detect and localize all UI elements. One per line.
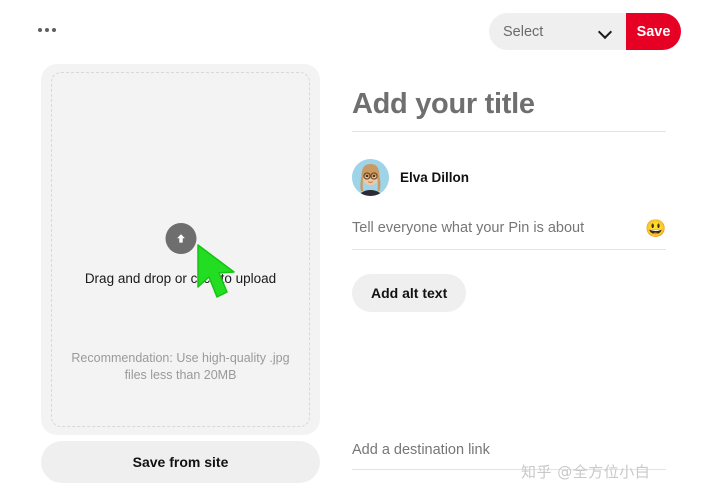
title-underline <box>352 131 666 132</box>
pin-description-row: Tell everyone what your Pin is about 😃 <box>352 218 667 249</box>
upload-recommendation: Recommendation: Use high-quality .jpg fi… <box>71 351 290 382</box>
pin-title-input[interactable]: Add your title <box>352 64 666 131</box>
chevron-down-icon <box>600 26 612 38</box>
board-select-label: Select <box>503 23 544 40</box>
pin-builder-page: Select Save Drag and drop or click to up… <box>0 0 706 500</box>
more-dot <box>45 28 49 32</box>
more-dot <box>38 28 42 32</box>
upload-dropzone[interactable]: Drag and drop or click to upload Recomme… <box>51 72 310 427</box>
pin-details-panel: Add your title Elva Dillon Tell everyone… <box>352 64 667 312</box>
dropzone-instruction: Drag and drop or click to upload <box>84 271 277 286</box>
pin-description-input[interactable]: Tell everyone what your Pin is about <box>352 220 646 236</box>
save-from-site-button[interactable]: Save from site <box>41 441 320 483</box>
description-underline <box>352 249 666 250</box>
avatar[interactable] <box>352 159 389 196</box>
author-row: Elva Dillon <box>352 159 666 196</box>
top-bar: Select Save <box>0 0 706 62</box>
more-dot <box>52 28 56 32</box>
grinning-face-emoji-icon[interactable]: 😃 <box>645 218 666 238</box>
add-alt-text-button[interactable]: Add alt text <box>352 274 467 312</box>
save-button[interactable]: Save <box>626 13 681 50</box>
board-select[interactable]: Select <box>489 13 626 50</box>
upload-card[interactable]: Drag and drop or click to upload Recomme… <box>41 64 320 435</box>
watermark: 知乎 @全方位小白 <box>521 463 651 481</box>
more-options-icon[interactable] <box>38 20 68 40</box>
author-name: Elva Dillon <box>400 170 470 185</box>
upload-arrow-icon[interactable] <box>165 223 196 254</box>
